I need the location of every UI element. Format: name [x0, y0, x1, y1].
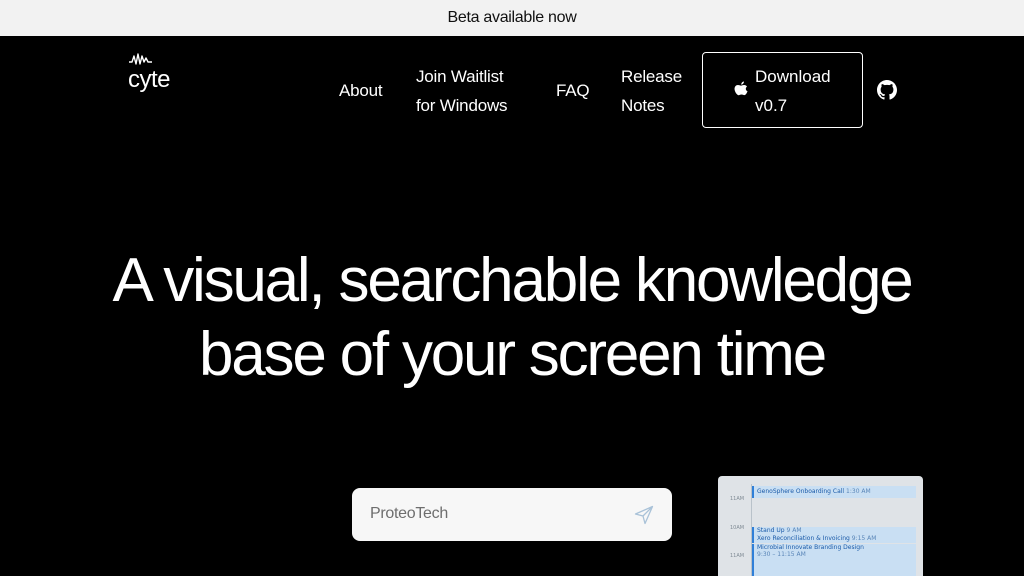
download-button-label: Download v0.7 — [755, 67, 831, 115]
calendar-event-time: 9 AM — [786, 527, 802, 534]
calendar-event-title: Microbial Innovate Branding Design — [757, 544, 864, 551]
nav-about-link[interactable]: About — [339, 76, 383, 105]
search-query-text: ProteoTech — [370, 505, 448, 522]
waveform-icon — [129, 53, 152, 65]
calendar-time-label: 11AM — [730, 496, 745, 502]
nav-release-notes-link[interactable]: Release Notes — [621, 62, 691, 120]
apple-icon — [734, 81, 748, 96]
nav-join-waitlist-link[interactable]: Join Waitlist for Windows — [416, 62, 526, 120]
hero-line-2: base of your screen time — [198, 320, 827, 389]
calendar-time-label: 11AM — [730, 553, 745, 559]
calendar-event: Microbial Innovate Branding Design 9:30 … — [752, 544, 916, 576]
calendar-event-time: 9:30 – 11:15 AM — [757, 551, 806, 558]
nav-faq-link[interactable]: FAQ — [556, 76, 590, 105]
logo-wordmark: cyte — [128, 66, 171, 93]
calendar-event: Stand Up 9 AM — [752, 527, 916, 535]
github-icon[interactable] — [877, 80, 897, 100]
beta-banner-text: Beta available now — [447, 9, 577, 26]
calendar-event-time: 1:30 AM — [846, 488, 871, 495]
calendar-event-title: GenoSphere Onboarding Call — [757, 488, 845, 495]
calendar-event-title: Stand Up — [757, 527, 785, 534]
hero-line-1: A visual, searchable knowledge — [112, 246, 913, 315]
search-input[interactable]: ProteoTech — [352, 488, 672, 541]
calendar-preview: 11AM 10AM 11AM GenoSphere Onboarding Cal… — [718, 476, 923, 576]
calendar-event-title: Xero Reconciliation & Invoicing — [757, 535, 850, 542]
calendar-time-label: 10AM — [730, 525, 745, 531]
hero-headline: A visual, searchable knowledge base of y… — [0, 244, 1024, 392]
send-icon[interactable] — [634, 505, 654, 525]
calendar-event-time: 9:15 AM — [851, 535, 877, 542]
calendar-event: GenoSphere Onboarding Call 1:30 AM — [752, 486, 916, 498]
beta-banner[interactable]: Beta available now — [0, 0, 1024, 36]
calendar-event: Xero Reconciliation & Invoicing 9:15 AM — [752, 535, 916, 543]
cyte-logo[interactable]: cyte — [128, 52, 188, 93]
download-button[interactable]: Download v0.7 — [702, 52, 863, 128]
